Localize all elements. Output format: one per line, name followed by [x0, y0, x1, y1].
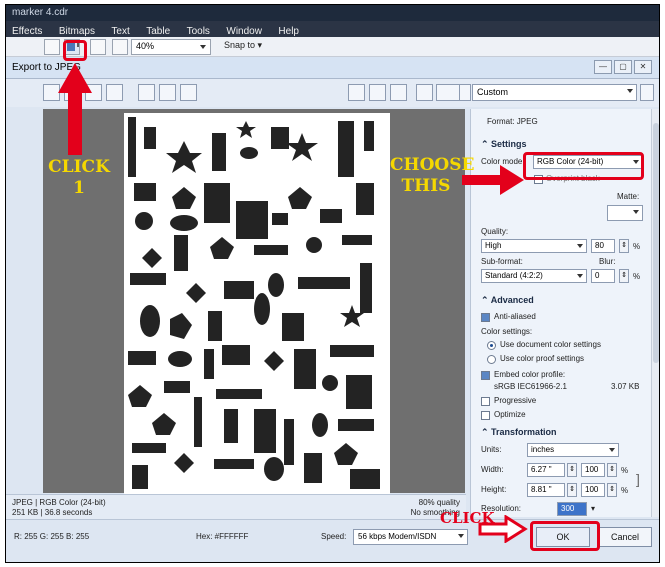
screenshot-frame: marker 4.cdr Effects Bitmaps Text Table … [5, 4, 660, 563]
right-arrow-icon [462, 165, 524, 195]
subformat-label: Sub-format: [481, 257, 523, 266]
anti-aliased-label: Anti-aliased [494, 312, 536, 321]
blur-percent: % [633, 272, 641, 281]
cancel-button[interactable]: Cancel [598, 527, 652, 547]
units-select[interactable]: inches [527, 443, 619, 457]
transformation-header[interactable]: ⌃ Transformation [481, 427, 557, 438]
preview-shapes [128, 117, 380, 489]
optimize-label: Optimize [494, 410, 526, 419]
hex-readout: Hex: #FFFFFF [196, 532, 249, 541]
use-proof-color-label: Use color proof settings [500, 354, 585, 363]
height-percent-sign: % [621, 486, 629, 495]
dialog-title-bar: Export to JPEG — ▢ ✕ [6, 57, 659, 79]
options-scrollbar[interactable] [651, 109, 659, 517]
click-1-annotation: CLICK 1 [48, 157, 110, 198]
format-label: Format: JPEG [487, 117, 538, 126]
embed-profile-checkbox[interactable] [481, 371, 490, 380]
zoom-select[interactable]: 40% [131, 39, 211, 55]
progressive-checkbox[interactable] [481, 397, 490, 406]
width-percent-sign: % [621, 466, 629, 475]
quad-view-icon[interactable] [106, 84, 123, 101]
application-launcher-icon[interactable] [112, 39, 128, 55]
height-input[interactable]: 8.81 " [527, 483, 565, 497]
pan-icon[interactable] [348, 84, 365, 101]
width-label: Width: [481, 465, 504, 474]
width-percent-stepper[interactable]: ⇕ [607, 463, 617, 477]
color-dropdown-icon[interactable] [459, 84, 471, 101]
speed-select[interactable]: 56 kbps Modem/ISDN [353, 529, 468, 545]
width-stepper[interactable]: ⇕ [567, 463, 577, 477]
outline-arrow-icon [478, 515, 528, 543]
profile-name: sRGB IEC61966-2.1 [494, 382, 567, 391]
blur-stepper[interactable]: ⇕ [619, 269, 629, 283]
optimize-checkbox[interactable] [481, 411, 490, 420]
units-label: Units: [481, 445, 502, 454]
quality-percent: % [633, 242, 641, 251]
subformat-select[interactable]: Standard (4:2:2) [481, 269, 587, 283]
blur-input[interactable]: 0 [591, 269, 615, 283]
status-left: JPEG | RGB Color (24-bit) 251 KB | 36.8 … [12, 498, 106, 517]
height-stepper[interactable]: ⇕ [567, 483, 577, 497]
quality-select[interactable]: High [481, 239, 587, 253]
close-button[interactable]: ✕ [634, 60, 652, 74]
use-document-color-radio[interactable] [487, 341, 496, 350]
quality-label: Quality: [481, 227, 509, 236]
quality-stepper[interactable]: ⇕ [619, 239, 629, 253]
profile-size: 3.07 KB [611, 382, 640, 391]
width-input[interactable]: 6.27 " [527, 463, 565, 477]
lock-icon[interactable] [138, 84, 155, 101]
maintain-ratio-icon[interactable]: ] [636, 471, 640, 487]
matte-label: Matte: [617, 192, 640, 201]
speed-label: Speed: [321, 532, 347, 541]
app-title-bar: marker 4.cdr [6, 5, 659, 21]
embed-profile-label: Embed color profile: [494, 370, 566, 379]
height-label: Height: [481, 485, 507, 494]
preview-page [124, 113, 390, 494]
snap-to-button[interactable]: Snap to ▾ [224, 40, 262, 51]
previous-icon[interactable] [159, 84, 176, 101]
advanced-header[interactable]: ⌃ Advanced [481, 295, 534, 306]
matte-color-select[interactable] [607, 205, 643, 221]
dialog-toolbar: Custom [6, 79, 659, 107]
color-mode-highlight [523, 152, 644, 180]
height-percent-stepper[interactable]: ⇕ [607, 483, 617, 497]
import-icon[interactable] [44, 39, 60, 55]
eyedropper-icon[interactable] [416, 84, 433, 101]
preview-status: JPEG | RGB Color (24-bit) 251 KB | 36.8 … [6, 494, 466, 519]
progressive-label: Progressive [494, 396, 537, 405]
width-percent-input[interactable]: 100 [581, 463, 605, 477]
maximize-button[interactable]: ▢ [614, 60, 632, 74]
quality-input[interactable]: 80 [591, 239, 615, 253]
menu-bar: Effects Bitmaps Text Table Tools Window … [6, 21, 659, 37]
use-document-color-label: Use document color settings [500, 340, 601, 349]
settings-header[interactable]: ⌃ Settings [481, 139, 527, 150]
export-button-highlight [63, 40, 87, 61]
zoom-in-icon[interactable] [369, 84, 386, 101]
rgb-readout: R: 255 G: 255 B: 255 [14, 532, 90, 541]
preset-menu-icon[interactable] [640, 84, 654, 101]
resolution-dropdown-icon[interactable]: ▾ [591, 504, 595, 513]
file-title: marker 4.cdr [12, 7, 69, 18]
standard-toolbar: 40% Snap to ▾ [6, 37, 659, 57]
color-swatch[interactable] [436, 84, 460, 101]
print-icon[interactable] [90, 39, 106, 55]
blur-label: Blur: [599, 257, 616, 266]
next-icon[interactable] [180, 84, 197, 101]
scrollbar-thumb[interactable] [653, 123, 659, 363]
zoom-out-icon[interactable] [390, 84, 407, 101]
height-percent-input[interactable]: 100 [581, 483, 605, 497]
use-proof-color-radio[interactable] [487, 355, 496, 364]
ok-button-highlight [530, 521, 600, 551]
up-arrow-icon [58, 63, 92, 155]
choose-this-annotation: CHOOSE THIS [390, 155, 475, 196]
resolution-input[interactable]: 300 [557, 502, 587, 516]
minimize-button[interactable]: — [594, 60, 612, 74]
preset-select[interactable]: Custom [472, 84, 637, 101]
color-settings-label: Color settings: [481, 327, 533, 336]
anti-aliased-checkbox[interactable] [481, 313, 490, 322]
